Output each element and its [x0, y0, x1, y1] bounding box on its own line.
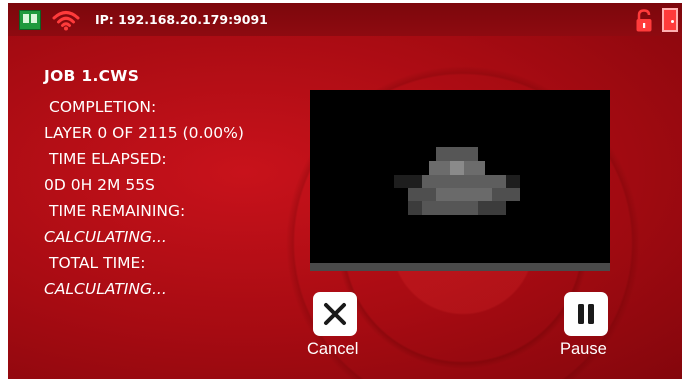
cancel-label[interactable]: Cancel	[307, 340, 358, 359]
unlocked-padlock-icon[interactable]	[635, 9, 653, 33]
layer-progress-bar	[310, 263, 610, 271]
preview-pixel	[422, 175, 506, 188]
monitor-icon[interactable]	[19, 10, 41, 30]
cancel-button[interactable]	[313, 292, 357, 336]
preview-pixel	[422, 201, 478, 215]
total-label: TOTAL TIME:	[49, 254, 146, 272]
ip-address: IP: 192.168.20.179:9091	[95, 12, 268, 27]
close-icon	[324, 303, 346, 325]
completion-label: COMPLETION:	[49, 98, 157, 116]
preview-pixel	[450, 161, 464, 175]
layer-preview	[310, 90, 610, 271]
job-name: JOB 1.CWS	[44, 67, 140, 85]
pause-button[interactable]	[564, 292, 608, 336]
door-icon[interactable]	[662, 8, 678, 32]
elapsed-value: 0D 0H 2M 55S	[44, 176, 155, 194]
remaining-value: CALCULATING...	[44, 228, 167, 246]
remaining-label: TIME REMAINING:	[49, 202, 186, 220]
wifi-icon[interactable]	[52, 9, 80, 31]
print-status-screen: IP: 192.168.20.179:9091 JOB 1.CWS COMPLE…	[8, 3, 682, 379]
preview-pixel	[436, 147, 478, 161]
total-value: CALCULATING...	[44, 280, 167, 298]
job-info-panel: JOB 1.CWS COMPLETION: LAYER 0 OF 2115 (0…	[44, 67, 244, 302]
pause-label[interactable]: Pause	[560, 340, 607, 359]
elapsed-label: TIME ELAPSED:	[49, 150, 167, 168]
preview-pixel	[436, 188, 492, 201]
status-bar: IP: 192.168.20.179:9091	[8, 3, 682, 36]
completion-value: LAYER 0 OF 2115 (0.00%)	[44, 124, 244, 142]
pause-icon	[578, 304, 594, 324]
